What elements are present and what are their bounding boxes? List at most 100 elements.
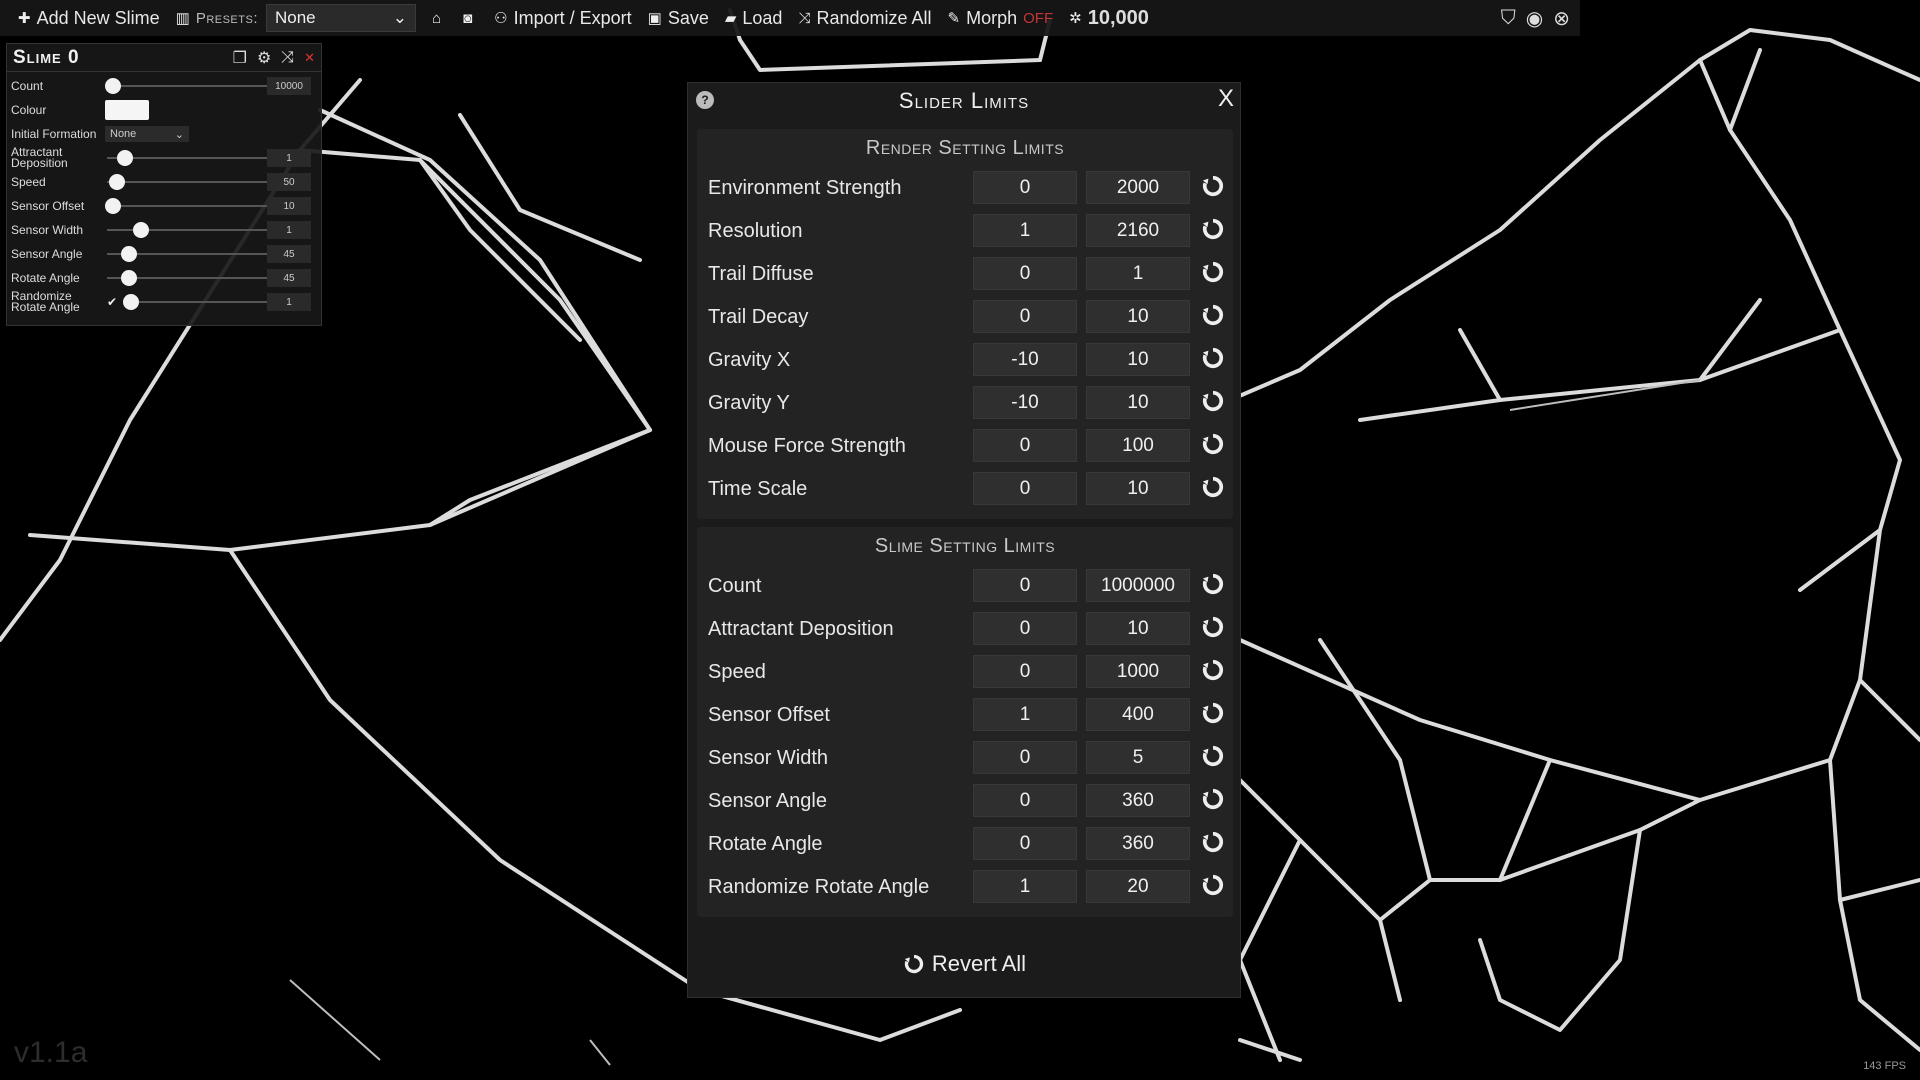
min-input[interactable]: 1 [973, 870, 1077, 903]
max-input[interactable]: 100 [1086, 429, 1190, 462]
max-input[interactable]: 1 [1086, 257, 1190, 290]
min-input[interactable]: 0 [973, 569, 1077, 602]
close-button[interactable]: X [1218, 85, 1234, 113]
randomize-rotate-angle-checkbox[interactable]: ✔ [107, 296, 119, 308]
speed-slider-handle[interactable] [109, 174, 125, 190]
max-input[interactable]: 1000000 [1086, 569, 1190, 602]
min-input[interactable]: 0 [973, 655, 1077, 688]
render-settings-section: Render Setting Limits Environment Streng… [697, 129, 1233, 519]
revert-icon[interactable] [1202, 745, 1224, 767]
randomize-all-button[interactable]: ⤨ Randomize All [790, 0, 939, 36]
max-input[interactable]: 10 [1086, 612, 1190, 645]
speed-slider[interactable] [107, 181, 275, 183]
revert-icon[interactable] [1202, 874, 1224, 896]
eye-icon[interactable]: ◉ [1526, 6, 1543, 31]
revert-icon[interactable] [1202, 702, 1224, 724]
gear-icon[interactable]: ⚙ [257, 48, 271, 68]
max-input[interactable]: 360 [1086, 827, 1190, 860]
slime-settings-section: Slime Setting Limits Count 0 1000000 Attrac… [697, 527, 1233, 917]
randomize-rotate-angle-slider[interactable] [125, 301, 275, 303]
count-label: Count [11, 78, 44, 93]
revert-all-button[interactable]: Revert All [688, 951, 1242, 977]
count-value[interactable]: 10000 [267, 77, 311, 95]
save-button[interactable]: ▣ Save [640, 0, 717, 36]
max-input[interactable]: 2160 [1086, 214, 1190, 247]
revert-icon[interactable] [1202, 616, 1224, 638]
revert-icon[interactable] [1202, 476, 1224, 498]
max-input[interactable]: 400 [1086, 698, 1190, 731]
max-input[interactable]: 10 [1086, 300, 1190, 333]
home-button[interactable]: ⌂ [424, 0, 455, 36]
count-slider-handle[interactable] [105, 78, 121, 94]
rotate-angle-label: Rotate Angle [11, 270, 80, 285]
randomize-rotate-angle-slider-handle[interactable] [123, 294, 139, 310]
revert-icon [904, 954, 924, 974]
attractant-deposition-slider-handle[interactable] [117, 150, 133, 166]
screenshot-button[interactable]: ◙ [455, 0, 486, 36]
min-input[interactable]: -10 [973, 343, 1077, 376]
limit-row: Time Scale 0 10 [697, 468, 1233, 511]
sensor-width-slider-handle[interactable] [133, 222, 149, 238]
shuffle-icon[interactable]: ⤨ [281, 49, 294, 67]
revert-icon[interactable] [1202, 659, 1224, 681]
max-input[interactable]: 1000 [1086, 655, 1190, 688]
revert-icon[interactable] [1202, 261, 1224, 283]
revert-icon[interactable] [1202, 218, 1224, 240]
sensor-angle-slider-handle[interactable] [121, 246, 137, 262]
min-input[interactable]: 0 [973, 429, 1077, 462]
min-input[interactable]: 1 [973, 214, 1077, 247]
revert-icon[interactable] [1202, 788, 1224, 810]
eye-off-icon[interactable]: ⊗ [1553, 6, 1570, 31]
load-button[interactable]: ▰ Load [717, 0, 791, 36]
limit-name: Attractant Deposition [708, 618, 894, 640]
min-input[interactable]: 0 [973, 472, 1077, 505]
help-icon[interactable]: ? [696, 91, 714, 109]
presets-select[interactable]: None ⌄ [266, 4, 416, 32]
min-input[interactable]: 0 [973, 827, 1077, 860]
sensor-offset-value[interactable]: 10 [267, 197, 311, 215]
revert-icon[interactable] [1202, 433, 1224, 455]
rotate-angle-slider-handle[interactable] [121, 270, 137, 286]
revert-icon[interactable] [1202, 831, 1224, 853]
min-input[interactable]: 0 [973, 300, 1077, 333]
max-input[interactable]: 20 [1086, 870, 1190, 903]
min-input[interactable]: -10 [973, 386, 1077, 419]
revert-icon[interactable] [1202, 573, 1224, 595]
sensor-width-value[interactable]: 1 [267, 221, 311, 239]
add-new-slime-button[interactable]: ✚ Add New Slime [10, 0, 168, 36]
revert-icon[interactable] [1202, 347, 1224, 369]
min-input[interactable]: 0 [973, 612, 1077, 645]
import-export-button[interactable]: ⚇ Import / Export [486, 0, 640, 36]
count-slider[interactable] [107, 85, 275, 87]
close-icon[interactable]: ✕ [304, 50, 315, 66]
max-input[interactable]: 10 [1086, 386, 1190, 419]
min-input[interactable]: 0 [973, 257, 1077, 290]
morph-toggle[interactable]: ✎ Morph OFF [940, 0, 1062, 36]
attractant-deposition-value[interactable]: 1 [267, 149, 311, 167]
limit-name: Rotate Angle [708, 833, 823, 855]
sensor-offset-slider-handle[interactable] [105, 198, 121, 214]
rotate-angle-value[interactable]: 45 [267, 269, 311, 287]
min-input[interactable]: 0 [973, 741, 1077, 774]
limit-row: Trail Diffuse 0 1 [697, 253, 1233, 296]
colour-swatch[interactable] [105, 100, 149, 120]
max-input[interactable]: 360 [1086, 784, 1190, 817]
max-input[interactable]: 10 [1086, 343, 1190, 376]
speed-value[interactable]: 50 [267, 173, 311, 191]
sensor-offset-slider[interactable] [107, 205, 275, 207]
min-input[interactable]: 1 [973, 698, 1077, 731]
min-input[interactable]: 0 [973, 171, 1077, 204]
min-input[interactable]: 0 [973, 784, 1077, 817]
revert-icon[interactable] [1202, 390, 1224, 412]
randomize-rotate-angle-value[interactable]: 1 [267, 293, 311, 311]
max-input[interactable]: 2000 [1086, 171, 1190, 204]
limit-row: Randomize Rotate Angle 1 20 [697, 866, 1233, 909]
shield-icon[interactable]: ⛉ [1501, 7, 1516, 30]
sensor-angle-value[interactable]: 45 [267, 245, 311, 263]
revert-icon[interactable] [1202, 304, 1224, 326]
max-input[interactable]: 10 [1086, 472, 1190, 505]
revert-icon[interactable] [1202, 175, 1224, 197]
initial-formation-select[interactable]: None ⌄ [105, 126, 189, 142]
max-input[interactable]: 5 [1086, 741, 1190, 774]
copy-icon[interactable]: ❐ [233, 48, 247, 68]
